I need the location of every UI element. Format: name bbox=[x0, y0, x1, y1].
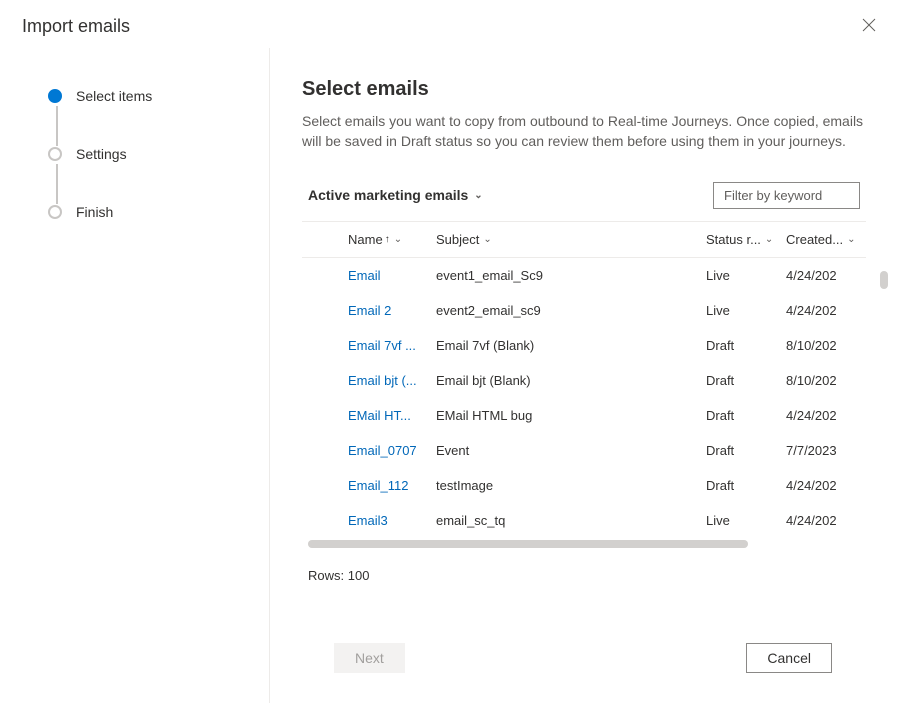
table-row[interactable]: Email bjt (... Email bjt (Blank)Draft8/10… bbox=[302, 363, 866, 398]
step-settings[interactable]: Settings bbox=[48, 146, 269, 162]
stepper: Select items Settings Finish bbox=[0, 48, 270, 703]
column-label: Name bbox=[348, 232, 383, 247]
grid-rows-count: Rows: 100 bbox=[302, 562, 866, 583]
step-finish[interactable]: Finish bbox=[48, 204, 269, 220]
chevron-down-icon: ⌄ bbox=[483, 234, 491, 245]
table-row[interactable]: EMail HT... EMail HTML bugDraft4/24/202 bbox=[302, 398, 866, 433]
chevron-down-icon: ⌄ bbox=[847, 234, 855, 245]
email-created: 7/7/2023 bbox=[786, 443, 866, 458]
horizontal-scrollbar[interactable] bbox=[308, 540, 748, 548]
close-icon bbox=[862, 19, 876, 35]
table-row[interactable]: Email_0707 EventDraft7/7/2023 bbox=[302, 433, 866, 468]
close-button[interactable] bbox=[858, 14, 880, 38]
vertical-scrollbar[interactable] bbox=[880, 271, 888, 289]
email-created: 4/24/202 bbox=[786, 513, 866, 528]
scrollbar-thumb[interactable] bbox=[308, 540, 748, 548]
email-name-link[interactable]: Email 2 bbox=[348, 303, 391, 318]
email-name-link[interactable]: Email3 bbox=[348, 513, 388, 528]
email-status: Draft bbox=[706, 478, 786, 493]
table-row[interactable]: Email 2 event2_email_sc9Live4/24/202 bbox=[302, 293, 866, 328]
email-subject: event2_email_sc9 bbox=[436, 303, 706, 318]
email-created: 4/24/202 bbox=[786, 303, 866, 318]
step-connector bbox=[56, 164, 58, 204]
chevron-down-icon: ⌄ bbox=[474, 190, 482, 201]
step-select-items[interactable]: Select items bbox=[48, 88, 269, 104]
email-created: 8/10/202 bbox=[786, 373, 866, 388]
email-status: Draft bbox=[706, 373, 786, 388]
email-subject: Email bjt (Blank) bbox=[436, 373, 706, 388]
table-row[interactable]: Email3 email_sc_tqLive4/24/202 bbox=[302, 503, 866, 538]
email-status: Draft bbox=[706, 338, 786, 353]
email-name-link[interactable]: Email bbox=[348, 268, 381, 283]
view-selector-label: Active marketing emails bbox=[308, 187, 468, 203]
view-selector[interactable]: Active marketing emails ⌄ bbox=[308, 187, 483, 203]
emails-grid: Name ↑ ⌄ Subject ⌄ Status r... ⌄ Created… bbox=[302, 221, 866, 538]
email-created: 4/24/202 bbox=[786, 478, 866, 493]
email-status: Live bbox=[706, 303, 786, 318]
email-status: Live bbox=[706, 268, 786, 283]
filter-input[interactable] bbox=[713, 182, 860, 209]
table-row[interactable]: Email_112 testImageDraft4/24/202 bbox=[302, 468, 866, 503]
step-label: Finish bbox=[76, 204, 113, 220]
step-label: Settings bbox=[76, 146, 127, 162]
table-row[interactable]: Email event1_email_Sc9Live4/24/202 bbox=[302, 258, 866, 293]
email-created: 4/24/202 bbox=[786, 268, 866, 283]
chevron-down-icon: ⌄ bbox=[394, 234, 402, 245]
chevron-down-icon: ⌄ bbox=[765, 234, 773, 245]
email-subject: Email 7vf (Blank) bbox=[436, 338, 706, 353]
cancel-button[interactable]: Cancel bbox=[746, 643, 832, 673]
sort-ascending-icon: ↑ bbox=[385, 234, 390, 245]
column-header-subject[interactable]: Subject ⌄ bbox=[436, 232, 706, 247]
column-header-status[interactable]: Status r... ⌄ bbox=[706, 232, 786, 247]
email-name-link[interactable]: Email_112 bbox=[348, 478, 408, 493]
column-label: Created... bbox=[786, 232, 843, 247]
email-name-link[interactable]: Email 7vf ... bbox=[348, 338, 416, 353]
step-label: Select items bbox=[76, 88, 152, 104]
column-header-name[interactable]: Name ↑ ⌄ bbox=[348, 232, 436, 247]
email-subject: event1_email_Sc9 bbox=[436, 268, 706, 283]
column-label: Status r... bbox=[706, 232, 761, 247]
email-name-link[interactable]: EMail HT... bbox=[348, 408, 411, 423]
column-label: Subject bbox=[436, 232, 479, 247]
email-status: Draft bbox=[706, 408, 786, 423]
email-subject: email_sc_tq bbox=[436, 513, 706, 528]
step-indicator-icon bbox=[48, 147, 62, 161]
section-title: Select emails bbox=[302, 78, 866, 101]
email-subject: EMail HTML bug bbox=[436, 408, 706, 423]
email-subject: Event bbox=[436, 443, 706, 458]
email-created: 4/24/202 bbox=[786, 408, 866, 423]
email-status: Live bbox=[706, 513, 786, 528]
column-header-created[interactable]: Created... ⌄ bbox=[786, 232, 866, 247]
email-name-link[interactable]: Email bjt (... bbox=[348, 373, 417, 388]
next-button[interactable]: Next bbox=[334, 643, 405, 673]
email-status: Draft bbox=[706, 443, 786, 458]
step-indicator-icon bbox=[48, 89, 62, 103]
table-row[interactable]: Email 7vf ... Email 7vf (Blank)Draft8/10/… bbox=[302, 328, 866, 363]
step-indicator-icon bbox=[48, 205, 62, 219]
email-created: 8/10/202 bbox=[786, 338, 866, 353]
section-description: Select emails you want to copy from outb… bbox=[302, 111, 866, 152]
dialog-title: Import emails bbox=[22, 16, 130, 37]
step-connector bbox=[56, 106, 58, 146]
email-name-link[interactable]: Email_0707 bbox=[348, 443, 417, 458]
email-subject: testImage bbox=[436, 478, 706, 493]
